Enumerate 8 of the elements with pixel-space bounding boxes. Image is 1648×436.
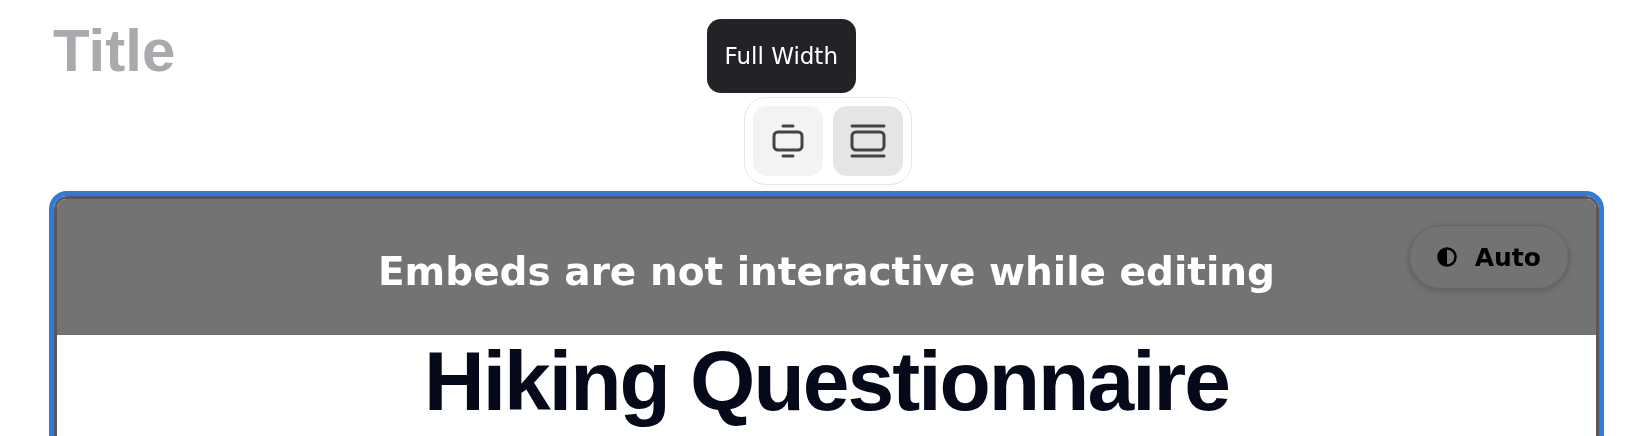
notice-text: Embeds are not interactive while editing	[377, 248, 1276, 294]
tooltip: Full Width	[706, 19, 856, 93]
title-field[interactable]: Title	[53, 18, 353, 84]
full-width-icon	[848, 123, 887, 159]
theme-button[interactable]: Auto	[1408, 225, 1569, 289]
width-option-button[interactable]	[752, 106, 823, 176]
width-option-button[interactable]	[832, 106, 903, 176]
contrast-icon	[1436, 247, 1457, 267]
